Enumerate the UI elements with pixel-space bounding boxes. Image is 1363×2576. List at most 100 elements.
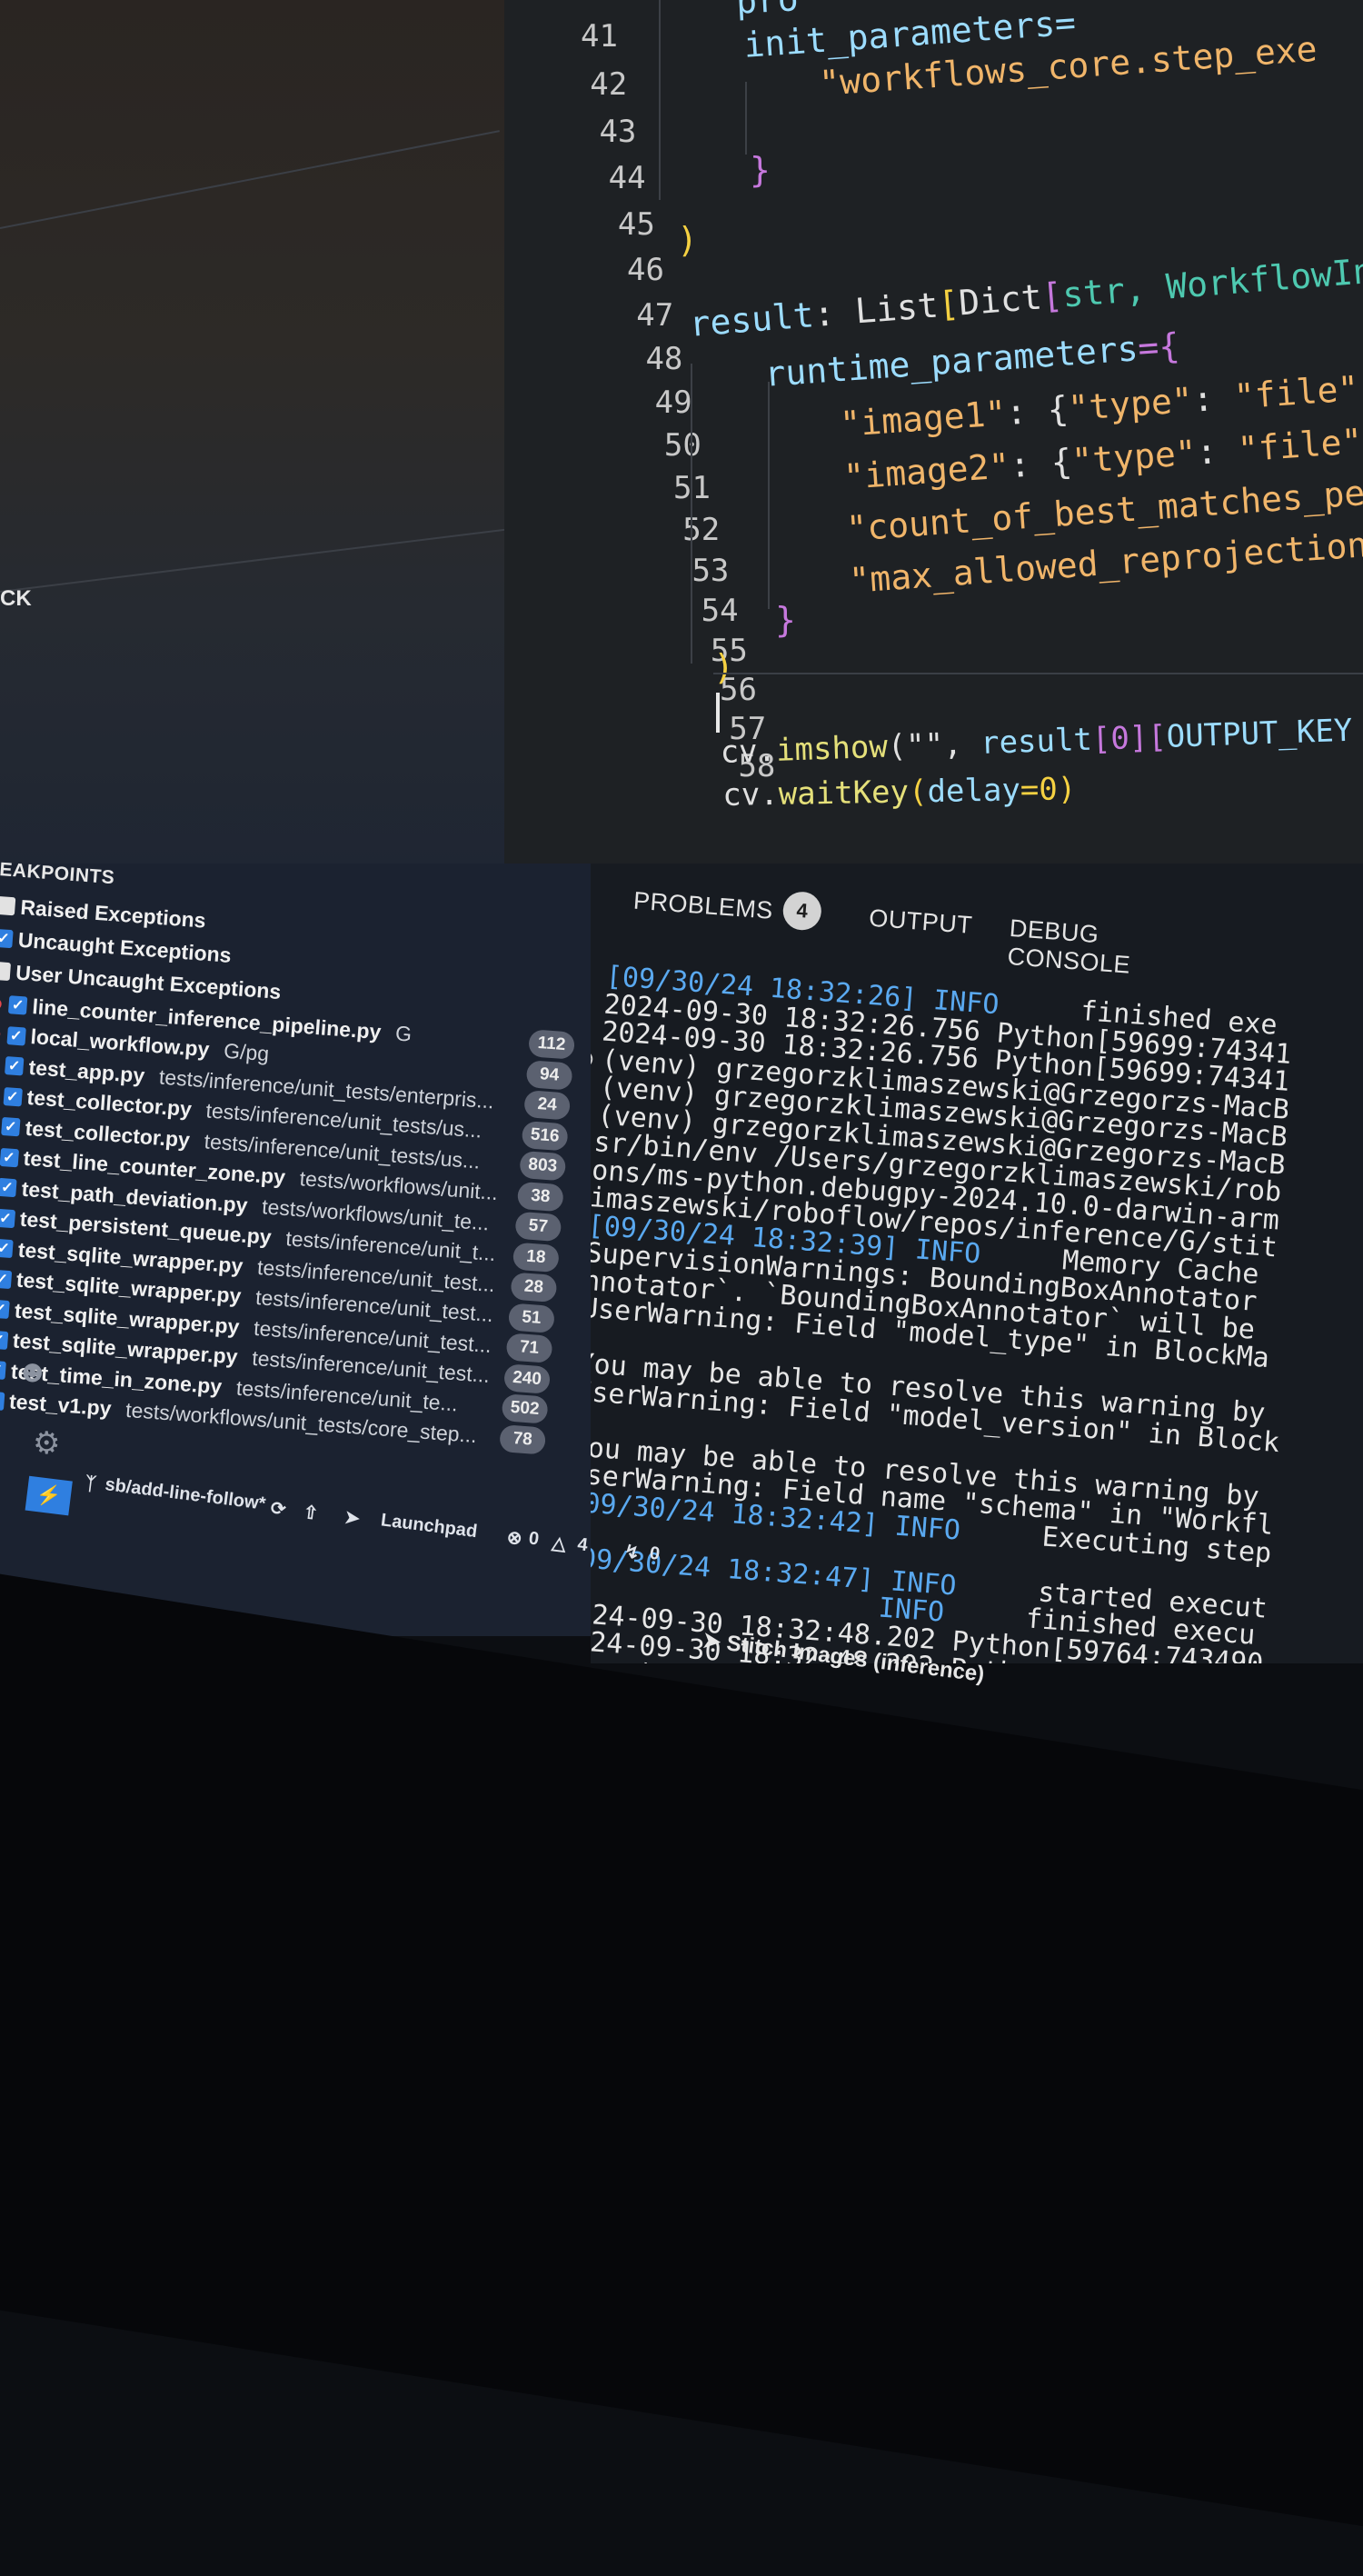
code-token: ( <box>909 774 928 810</box>
checkbox[interactable]: ✓ <box>0 1269 12 1288</box>
code-line-43: } <box>750 150 771 190</box>
code-token: Dict <box>958 276 1044 323</box>
checkbox[interactable]: ✓ <box>1 1117 20 1136</box>
status-bar: ⚡ ᛉ sb/add-line-follow* ⟳ ⇧ ➤ Launchpad … <box>0 1491 1363 1545</box>
checkbox[interactable]: ✓ <box>6 1026 25 1045</box>
account-icon[interactable]: ☻ <box>16 1354 49 1390</box>
launchpad-button[interactable]: Launchpad <box>380 1510 479 1543</box>
code-token: "image2" <box>842 445 1011 497</box>
code-line-56: cv.imshow("", result[0][OUTPUT_KEY <box>720 713 1353 771</box>
breakpoint-dot-icon[interactable] <box>0 997 2 1010</box>
breakpoint-line-badge: 78 <box>499 1424 546 1455</box>
breakpoint-line-badge: 18 <box>512 1242 560 1273</box>
code-token: "image1" <box>839 393 1008 444</box>
gear-icon[interactable]: ⚙ <box>33 1425 60 1462</box>
code-token: result <box>980 722 1092 762</box>
breakpoint-line-badge: 24 <box>523 1090 571 1121</box>
code-line-40: pro <box>735 0 800 22</box>
line-number: 45 <box>592 206 655 243</box>
explorer-panel-dim <box>0 0 518 868</box>
breakpoint-line-badge: 803 <box>519 1151 566 1182</box>
checkbox[interactable]: ✓ <box>0 1208 15 1227</box>
warning-icon[interactable]: △ <box>551 1532 567 1556</box>
breakpoint-line-badge: 28 <box>510 1272 557 1303</box>
code-token: OUTPUT_KEY <box>1166 713 1353 755</box>
line-number: 51 <box>647 470 711 506</box>
breakpoint-line-badge: 112 <box>528 1029 575 1060</box>
breakpoint-line-badge: 57 <box>514 1212 562 1243</box>
breakpoint-line-badge: 94 <box>526 1060 573 1091</box>
code-token: : <box>1195 430 1239 473</box>
code-line-45: ) <box>677 220 698 260</box>
code-token: "file" <box>1237 421 1363 469</box>
breakpoint-file: test_v1.py <box>8 1389 112 1421</box>
code-token: cv. <box>720 733 777 771</box>
line-number: 53 <box>665 553 729 589</box>
indent-guide <box>768 382 770 609</box>
remote-indicator-button[interactable]: ⚡ <box>25 1476 73 1516</box>
checkbox[interactable]: ✓ <box>0 1147 19 1166</box>
branch-icon: ᛉ <box>84 1473 97 1495</box>
checkbox[interactable]: ✓ <box>0 1361 6 1380</box>
code-token: delay <box>927 772 1020 810</box>
breakpoint-path: G/pg <box>223 1039 270 1067</box>
code-token: ={ <box>1137 325 1181 368</box>
debug-icon: ➤ <box>701 1628 729 1655</box>
checkbox[interactable] <box>0 962 11 981</box>
checkbox[interactable]: ✓ <box>0 1178 17 1197</box>
line-number: 44 <box>582 160 646 196</box>
checkbox[interactable]: ✓ <box>8 995 27 1014</box>
line-number: 41 <box>554 18 618 55</box>
line-number: 42 <box>563 66 627 103</box>
code-token: ("", <box>887 725 981 765</box>
checkbox[interactable]: ✓ <box>0 1330 8 1349</box>
line-number: 54 <box>675 593 739 629</box>
code-token: =0) <box>1020 771 1077 808</box>
publish-icon[interactable]: ⇧ <box>302 1501 320 1525</box>
problems-count-badge: 4 <box>781 891 822 932</box>
checkbox[interactable] <box>0 896 15 915</box>
text-cursor <box>716 693 720 733</box>
monitor-bezel <box>0 1545 1363 2576</box>
current-line-highlight <box>713 673 1363 674</box>
code-token: str, WorkflowIn <box>1061 251 1363 315</box>
code-token: : List <box>812 285 940 334</box>
terminal-status-icon <box>591 1050 593 1067</box>
rocket-icon: ➤ <box>343 1506 362 1531</box>
breakpoints-header: EAKPOINTS <box>0 859 115 889</box>
code-token: imshow <box>775 729 888 769</box>
indent-guide <box>691 364 692 664</box>
breakpoint-line-badge: 502 <box>502 1393 549 1424</box>
code-editor[interactable]: 414243444546474849505152535455565758 pro… <box>504 0 1363 868</box>
code-token: [ <box>1040 275 1064 317</box>
line-number: 43 <box>572 114 636 150</box>
error-icon[interactable]: ⊗ <box>505 1525 523 1550</box>
line-number: 52 <box>656 512 720 548</box>
breakpoint-line-badge: 516 <box>522 1120 569 1151</box>
tab-debug-console[interactable]: DEBUG CONSOLE <box>1007 914 1134 980</box>
checkbox[interactable]: ✓ <box>0 1239 14 1258</box>
checkbox[interactable]: ✓ <box>0 929 14 948</box>
breakpoint-line-badge: 240 <box>503 1363 551 1394</box>
code-token: [0][ <box>1091 719 1167 758</box>
code-token: "type" <box>1070 433 1198 481</box>
code-token: result <box>688 295 815 344</box>
checkbox[interactable]: ✓ <box>5 1056 24 1075</box>
code-line-53: } <box>775 600 796 640</box>
tab-problems[interactable]: PROBLEMS <box>632 887 774 925</box>
code-line-57: cv.waitKey(delay=0) <box>722 771 1077 814</box>
line-number: 46 <box>601 252 664 288</box>
checkbox[interactable]: ✓ <box>0 1300 10 1319</box>
indent-guide <box>659 0 661 200</box>
line-number: 49 <box>629 384 692 421</box>
tab-output[interactable]: OUTPUT <box>868 904 973 940</box>
code-token: waitKey <box>778 774 909 812</box>
code-token: : <box>1191 377 1236 420</box>
code-line-47: result: List[Dict[str, WorkflowIn <box>688 251 1363 344</box>
checkbox[interactable]: ✓ <box>3 1086 22 1105</box>
ports-icon[interactable]: ↯ <box>622 1540 641 1564</box>
section-label-partial: CK <box>0 586 32 612</box>
checkbox[interactable]: ✓ <box>0 1391 5 1410</box>
indent-guide <box>745 82 747 155</box>
sync-icon[interactable]: ⟳ <box>269 1497 287 1522</box>
